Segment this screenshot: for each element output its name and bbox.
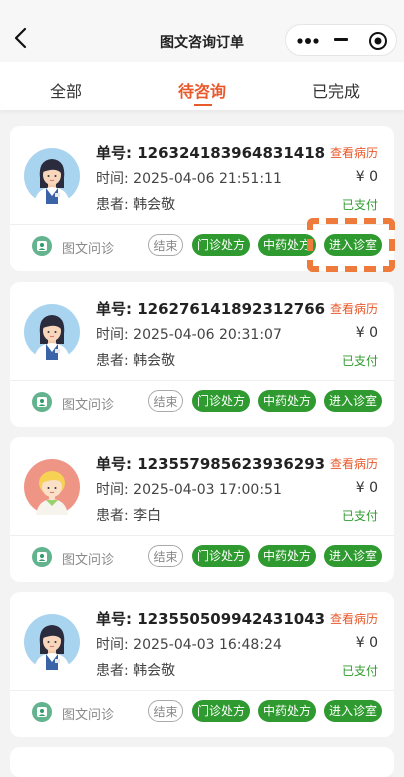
order-time-label: 时间:	[96, 482, 129, 498]
close-target-icon[interactable]	[368, 31, 388, 51]
consult-type-icon	[32, 236, 52, 256]
order-number: 单号: 126324183964831418	[96, 142, 325, 163]
patient-name: 韩会敬	[133, 197, 176, 213]
view-history-link[interactable]: 查看病历	[330, 455, 378, 472]
patient-info: 患者: 李白	[96, 505, 161, 525]
consult-type-icon	[32, 392, 52, 412]
payment-status-badge: 已支付	[341, 354, 378, 368]
card-divider	[10, 535, 394, 536]
patient-label: 患者:	[96, 663, 129, 679]
enter-room-button[interactable]: 进入诊室	[324, 700, 382, 722]
tab-completed[interactable]: 已完成	[312, 78, 360, 102]
order-number-value: 126324183964831418	[137, 144, 326, 162]
patient-info: 患者: 韩会敬	[96, 194, 175, 214]
enter-room-button[interactable]: 进入诊室	[324, 545, 382, 567]
tab-all[interactable]: 全部	[50, 78, 82, 102]
order-card-partial	[10, 747, 394, 777]
outpatient-prescription-button[interactable]: 门诊处方	[192, 390, 250, 412]
patient-name: 李白	[133, 508, 162, 524]
view-history-link[interactable]: 查看病历	[330, 144, 378, 161]
miniprogram-capsule	[285, 24, 397, 56]
herbal-prescription-button[interactable]: 中药处方	[258, 700, 316, 722]
end-button[interactable]: 结束	[148, 545, 183, 567]
order-number-label: 单号:	[96, 300, 132, 318]
amount: ¥ 0	[355, 635, 378, 651]
patient-label: 患者:	[96, 353, 129, 369]
consult-type-icon	[32, 547, 52, 567]
order-number-label: 单号:	[96, 144, 132, 162]
navigation-bar: 图文咨询订单	[0, 0, 404, 62]
tab-pending[interactable]: 待咨询	[178, 78, 226, 102]
active-tab-indicator	[194, 104, 212, 106]
female-doctor-avatar	[24, 304, 80, 360]
minimize-icon[interactable]	[334, 38, 348, 42]
order-number-label: 单号:	[96, 610, 132, 628]
payment-status-badge: 已支付	[341, 664, 378, 678]
order-time-value: 2025-04-03 17:00:51	[133, 482, 282, 498]
more-dots-icon[interactable]	[296, 35, 320, 47]
order-time: 时间: 2025-04-03 17:00:51	[96, 479, 282, 499]
consult-type-icon	[32, 702, 52, 722]
consult-type-label: 图文问诊	[62, 242, 115, 257]
order-time: 时间: 2025-04-06 21:51:11	[96, 168, 282, 188]
payment-status-badge: 已支付	[341, 198, 378, 212]
amount: ¥ 0	[355, 480, 378, 496]
consult-type-label: 图文问诊	[62, 398, 115, 413]
order-card[interactable]: 单号: 123557985623936293 时间: 2025-04-03 17…	[10, 437, 394, 582]
enter-room-button[interactable]: 进入诊室	[324, 390, 382, 412]
order-time: 时间: 2025-04-06 20:31:07	[96, 324, 282, 344]
outpatient-prescription-button[interactable]: 门诊处方	[192, 234, 250, 256]
patient-name: 韩会敬	[133, 663, 176, 679]
herbal-prescription-button[interactable]: 中药处方	[258, 545, 316, 567]
order-number: 单号: 126276141892312766	[96, 298, 325, 319]
view-history-link[interactable]: 查看病历	[330, 610, 378, 627]
order-time-label: 时间:	[96, 171, 129, 187]
outpatient-prescription-button[interactable]: 门诊处方	[192, 700, 250, 722]
order-number-label: 单号:	[96, 455, 132, 473]
payment-status-badge: 已支付	[341, 509, 378, 523]
order-time-value: 2025-04-06 20:31:07	[133, 327, 282, 343]
card-divider	[10, 690, 394, 691]
order-number-value: 123557985623936293	[137, 455, 326, 473]
herbal-prescription-button[interactable]: 中药处方	[258, 390, 316, 412]
amount: ¥ 0	[355, 169, 378, 185]
highlight-box	[307, 218, 395, 272]
amount: ¥ 0	[355, 325, 378, 341]
order-time-value: 2025-04-03 16:48:24	[133, 637, 282, 653]
patient-name: 韩会敬	[133, 353, 176, 369]
outpatient-prescription-button[interactable]: 门诊处方	[192, 545, 250, 567]
consult-type-label: 图文问诊	[62, 553, 115, 568]
status-tabs: 全部 待咨询 已完成	[0, 62, 404, 110]
order-card[interactable]: 单号: 123550509942431043 时间: 2025-04-03 16…	[10, 592, 394, 737]
end-button[interactable]: 结束	[148, 390, 183, 412]
patient-label: 患者:	[96, 508, 129, 524]
child-avatar	[24, 459, 80, 515]
patient-info: 患者: 韩会敬	[96, 660, 175, 680]
female-doctor-avatar	[24, 148, 80, 204]
patient-info: 患者: 韩会敬	[96, 350, 175, 370]
order-number: 单号: 123550509942431043	[96, 608, 325, 629]
order-card[interactable]: 单号: 126276141892312766 时间: 2025-04-06 20…	[10, 282, 394, 427]
consult-type-label: 图文问诊	[62, 708, 115, 723]
end-button[interactable]: 结束	[148, 234, 183, 256]
order-number-value: 126276141892312766	[137, 300, 326, 318]
order-time-value: 2025-04-06 21:51:11	[133, 171, 282, 187]
order-time-label: 时间:	[96, 637, 129, 653]
end-button[interactable]: 结束	[148, 700, 183, 722]
card-divider	[10, 380, 394, 381]
female-doctor-avatar	[24, 614, 80, 670]
order-time-label: 时间:	[96, 327, 129, 343]
order-number-value: 123550509942431043	[137, 610, 326, 628]
patient-label: 患者:	[96, 197, 129, 213]
order-number: 单号: 123557985623936293	[96, 453, 325, 474]
view-history-link[interactable]: 查看病历	[330, 300, 378, 317]
order-time: 时间: 2025-04-03 16:48:24	[96, 634, 282, 654]
